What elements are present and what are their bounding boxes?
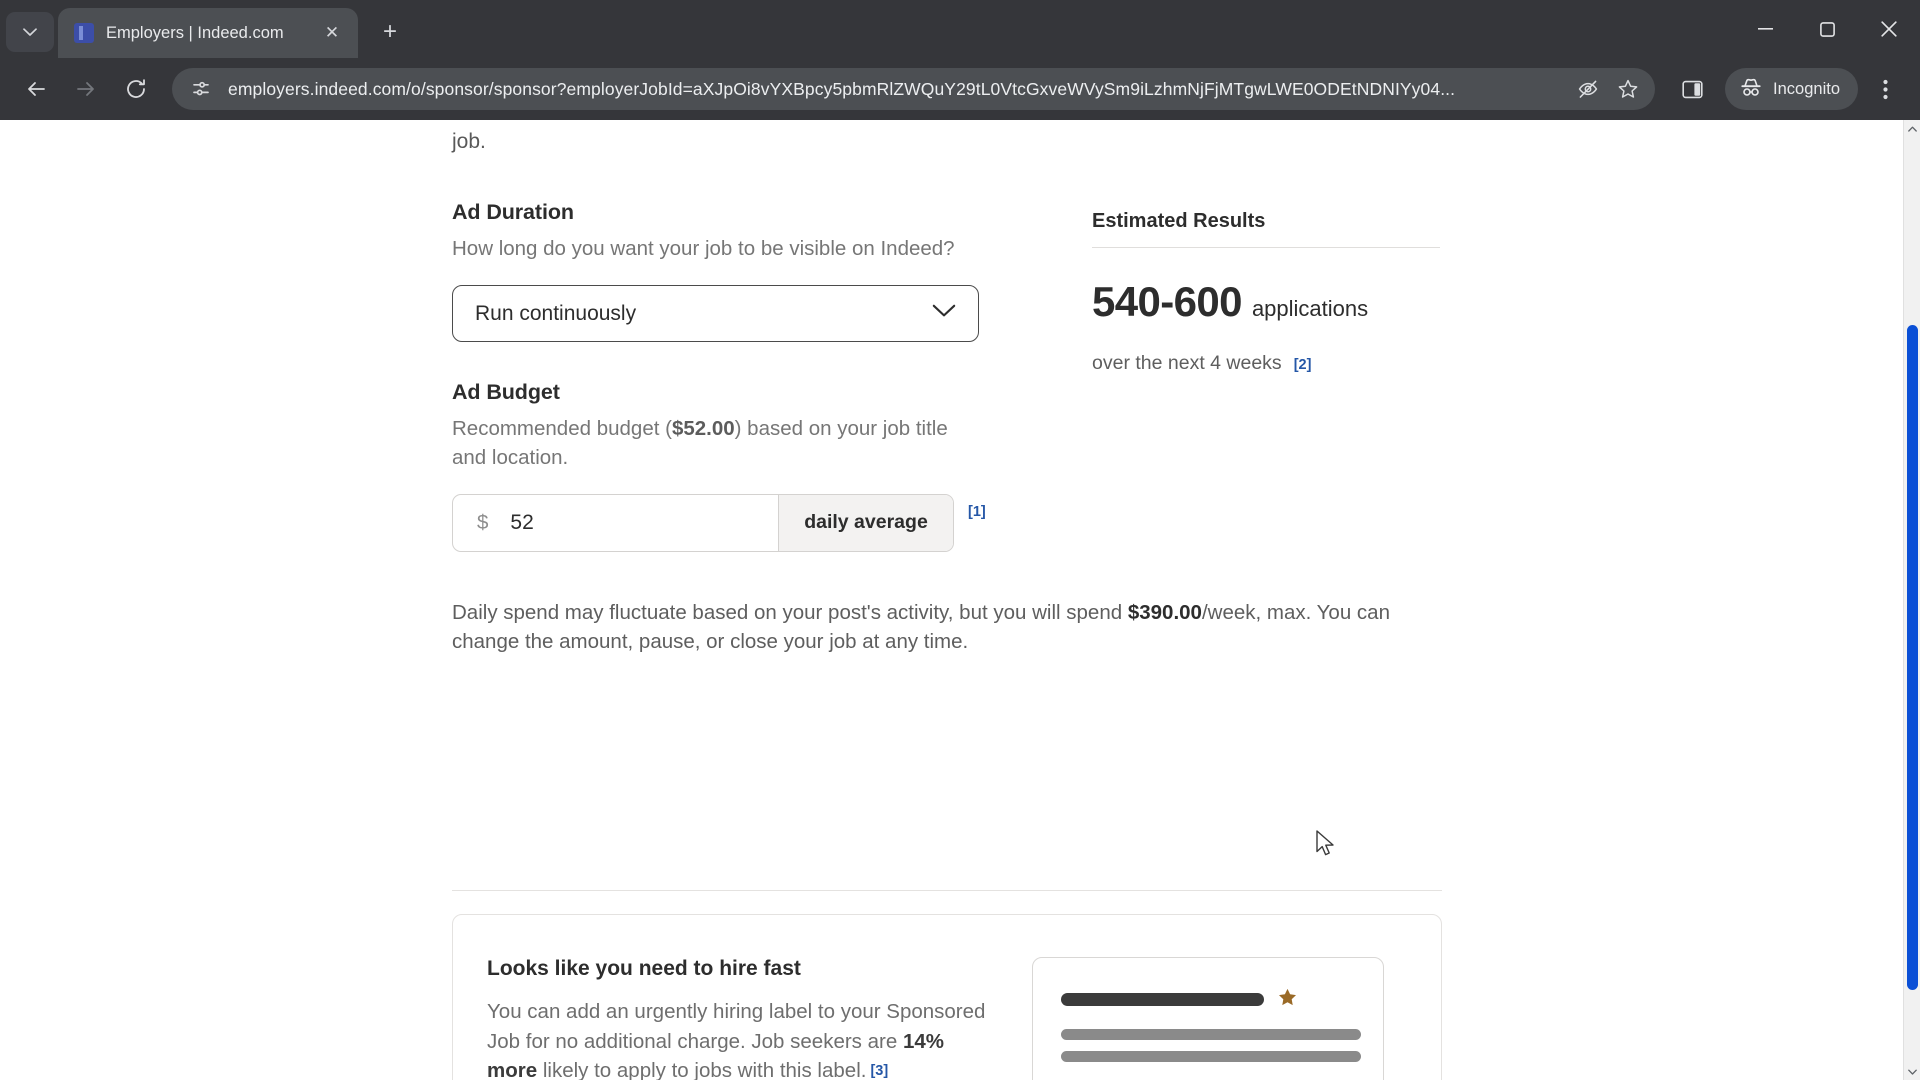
page-settings-icon[interactable]	[188, 76, 214, 102]
estimated-applications-range: 540-600	[1092, 278, 1243, 325]
recommended-amount: $52.00	[671, 417, 735, 441]
chevron-down-glyph	[932, 305, 956, 317]
tab-search-button[interactable]	[6, 12, 54, 52]
tab-title: Employers | Indeed.com	[106, 23, 284, 42]
arrow-right-icon	[77, 82, 94, 96]
estimated-results-timeframe-row: over the next 4 weeks [2]	[1092, 352, 1440, 375]
eye-slash-icon[interactable]	[1575, 76, 1601, 102]
budget-amount-value: 52	[510, 510, 534, 534]
chrome-menu-button[interactable]	[1864, 68, 1906, 110]
sponsor-form-column: Ad Duration How long do you want your jo…	[452, 200, 1390, 656]
preview-line-placeholder-1	[1061, 1029, 1361, 1040]
minimize-icon	[1757, 28, 1773, 30]
scroll-up-arrow[interactable]	[1904, 120, 1920, 137]
new-tab-button[interactable]: +	[370, 12, 410, 52]
star-icon	[1618, 79, 1638, 98]
chevron-down-icon	[1907, 1069, 1917, 1075]
ad-budget-section: Ad Budget Recommended budget ($52.00) ba…	[452, 380, 992, 552]
promo-body: You can add an urgently hiring label to …	[487, 997, 992, 1080]
mouse-cursor	[1316, 830, 1336, 863]
estimated-applications-unit: applications	[1251, 296, 1369, 321]
estimated-results-heading: Estimated Results	[1092, 210, 1266, 232]
maximize-icon	[1819, 21, 1835, 37]
url-text: employers.indeed.com/o/sponsor/sponsor?e…	[228, 78, 1456, 99]
budget-input-row: $ 52 daily average [1]	[452, 493, 992, 552]
ad-duration-selected-value: Run continuously	[475, 301, 637, 325]
page-viewport: job. Ad Duration How long do you want yo…	[0, 120, 1920, 1080]
back-button[interactable]	[14, 67, 58, 111]
preview-line-placeholder-2	[1061, 1051, 1361, 1062]
ad-budget-title: Ad Budget	[452, 380, 560, 405]
currency-symbol: $	[477, 510, 489, 534]
sliders-icon	[193, 81, 209, 96]
urgently-hiring-promo-card: Looks like you need to hire fast You can…	[452, 914, 1442, 1080]
tab-strip: Employers | Indeed.com ✕ +	[0, 0, 1920, 58]
ad-duration-section: Ad Duration How long do you want your jo…	[452, 200, 992, 343]
promo-footnote-link[interactable]: [3]	[870, 1063, 888, 1079]
estimated-footnote-link[interactable]: [2]	[1294, 357, 1312, 373]
window-controls	[1734, 0, 1920, 58]
tab-close-icon[interactable]: ✕	[320, 21, 344, 45]
reload-icon	[127, 79, 145, 98]
promo-body-part2: likely to apply to jobs with this label.	[537, 1059, 867, 1080]
reload-button[interactable]	[114, 67, 158, 111]
arrow-left-icon	[28, 82, 45, 96]
budget-field[interactable]: $ 52 daily average	[452, 493, 954, 552]
vertical-scrollbar[interactable]	[1903, 120, 1920, 1080]
weekly-max-amount: $390.00	[1127, 600, 1202, 624]
chevron-down-icon	[932, 304, 956, 323]
maximize-button[interactable]	[1796, 0, 1858, 58]
estimated-timeframe: over the next 4 weeks	[1092, 352, 1282, 374]
truncated-paragraph-top: job.	[452, 130, 486, 153]
browser-toolbar: employers.indeed.com/o/sponsor/sponsor?e…	[0, 58, 1920, 120]
scrollbar-thumb[interactable]	[1907, 325, 1918, 990]
budget-amount-input[interactable]: $ 52	[453, 495, 778, 551]
fine-print-prefix: Daily spend may fluctuate based on your …	[452, 600, 1128, 624]
star-icon	[1278, 988, 1297, 1011]
promo-text-block: Looks like you need to hire fast You can…	[487, 957, 992, 1080]
budget-footnote-link[interactable]: [1]	[968, 504, 986, 520]
side-panel-button[interactable]	[1671, 68, 1713, 110]
spy-hat-icon	[1741, 78, 1761, 96]
section-divider	[452, 890, 1442, 891]
hide-password-icon	[1578, 80, 1598, 98]
scroll-down-arrow[interactable]	[1904, 1063, 1920, 1080]
browser-window: Employers | Indeed.com ✕ + employers.ind…	[0, 0, 1920, 1080]
ad-duration-description: How long do you want your job to be visi…	[452, 237, 955, 260]
budget-unit-label: daily average	[778, 494, 953, 551]
browser-tab[interactable]: Employers | Indeed.com ✕	[58, 8, 358, 58]
ad-duration-select[interactable]: Run continuously	[452, 285, 979, 343]
estimated-results-value-row: 540-600 applications	[1092, 278, 1440, 326]
minimize-button[interactable]	[1734, 0, 1796, 58]
spend-fine-print: Daily spend may fluctuate based on your …	[452, 598, 1442, 657]
estimated-results-card: Estimated Results 540-600 applications o…	[1092, 210, 1440, 375]
address-bar[interactable]: employers.indeed.com/o/sponsor/sponsor?e…	[172, 68, 1656, 110]
estimated-results-header: Estimated Results	[1092, 210, 1440, 248]
preview-title-placeholder	[1061, 993, 1264, 1006]
ad-duration-title: Ad Duration	[452, 200, 574, 224]
three-dot-menu-icon	[1882, 79, 1888, 99]
page-content: job. Ad Duration How long do you want yo…	[0, 120, 1903, 1080]
forward-button[interactable]	[64, 67, 108, 111]
promo-title: Looks like you need to hire fast	[487, 957, 801, 980]
preview-title-row	[1061, 988, 1357, 1011]
close-window-button[interactable]	[1858, 0, 1920, 58]
bookmark-star-icon[interactable]	[1615, 76, 1641, 102]
favicon-indeed	[74, 23, 94, 43]
incognito-icon	[1739, 77, 1763, 102]
close-icon	[1881, 21, 1897, 37]
job-preview-card: Urgently hiring	[1032, 957, 1384, 1080]
incognito-label: Incognito	[1773, 79, 1840, 98]
star-glyph	[1279, 988, 1296, 1006]
budget-desc-prefix: Recommended budget (	[452, 417, 672, 441]
chevron-down-icon	[23, 27, 37, 36]
side-panel-icon	[1681, 80, 1703, 98]
chevron-up-icon	[1907, 126, 1917, 132]
incognito-indicator[interactable]: Incognito	[1725, 68, 1858, 110]
ad-budget-description: Recommended budget ($52.00) based on you…	[452, 415, 972, 472]
cursor-arrow-icon	[1316, 830, 1334, 856]
